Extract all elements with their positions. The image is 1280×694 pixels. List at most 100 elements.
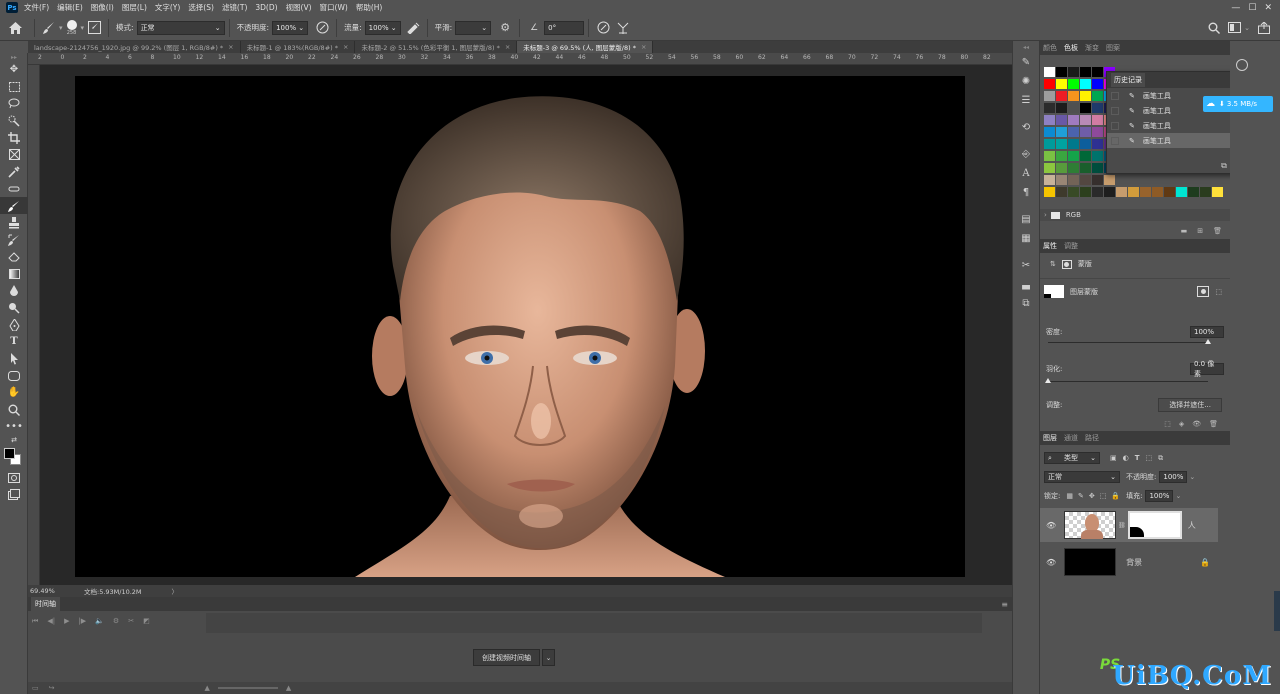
close-icon[interactable]: × [641, 43, 646, 51]
color-swatch[interactable] [1056, 187, 1067, 197]
load-selection-icon[interactable]: ⬚ [1164, 420, 1171, 428]
smoothing-input[interactable]: ⌄ [455, 20, 492, 35]
filter-pixel-icon[interactable]: ▣ [1110, 454, 1117, 462]
menu-file[interactable]: 文件(F) [24, 2, 49, 13]
tab-patterns[interactable]: 图案 [1106, 43, 1120, 53]
prev-frame-icon[interactable]: ◀| [47, 617, 55, 626]
tab-untitled-3[interactable]: 未标题-3 @ 69.5% (人, 图层蒙版/8) * × [517, 41, 654, 53]
airbrush-icon[interactable] [405, 20, 421, 36]
layer-filter-select[interactable]: ⌕ 类型 ⌄ [1044, 452, 1100, 464]
render-icon[interactable]: ▭ [32, 684, 39, 692]
color-swatch[interactable] [1044, 139, 1055, 149]
filter-type-icon[interactable]: T [1135, 454, 1140, 462]
color-swatch[interactable] [1092, 103, 1103, 113]
first-frame-icon[interactable]: ⏮ [32, 617, 38, 626]
color-swatch[interactable] [1056, 175, 1067, 185]
tab-adjustments[interactable]: 调整 [1064, 241, 1078, 251]
scrollbar[interactable] [1274, 591, 1280, 631]
marquee-tool-icon[interactable] [0, 78, 28, 95]
color-swatch[interactable] [1080, 139, 1091, 149]
toolbar-grip-icon[interactable]: ▸▸ [0, 53, 28, 61]
settings-icon[interactable]: ⚙ [113, 617, 119, 626]
lock-artboard-icon[interactable]: ⬚ [1100, 492, 1107, 500]
close-icon[interactable]: × [228, 43, 233, 51]
dropdown-caret-icon[interactable]: ▾ [81, 24, 85, 32]
chevron-down-icon[interactable]: ⌄ [1189, 473, 1195, 481]
adjustments-icon[interactable]: ✺ [1013, 72, 1039, 91]
convert-icon[interactable]: ↪ [49, 684, 55, 692]
frame-tool-icon[interactable] [0, 146, 28, 163]
color-swatch[interactable] [1044, 151, 1055, 161]
close-icon[interactable]: × [343, 43, 348, 51]
color-swatch[interactable] [1044, 103, 1055, 113]
menu-type[interactable]: 文字(Y) [155, 2, 180, 13]
lasso-tool-icon[interactable] [0, 95, 28, 112]
transition-icon[interactable]: ◩ [143, 617, 150, 626]
pressure-size-icon[interactable] [595, 20, 611, 36]
color-swatch[interactable] [1044, 115, 1055, 125]
trash-icon[interactable]: 🗑 [1209, 420, 1218, 428]
pen-tool-icon[interactable] [0, 316, 28, 333]
workspace-icon[interactable] [1226, 20, 1242, 36]
path-select-tool-icon[interactable] [0, 350, 28, 367]
mask-thumbnail[interactable] [1044, 285, 1064, 298]
color-swatch[interactable] [1068, 139, 1079, 149]
status-menu-icon[interactable]: 〉 [172, 586, 179, 596]
angle-input[interactable]: 0° [544, 20, 585, 35]
tab-untitled-2[interactable]: 未标题-2 @ 51.5% (色彩平衡 1, 图层蒙版/8) * × [355, 41, 518, 53]
color-swatch[interactable] [1104, 187, 1115, 197]
tab-properties[interactable]: 属性 [1043, 241, 1057, 251]
brush-settings-icon[interactable] [86, 20, 102, 36]
screen-mode-icon[interactable] [0, 486, 28, 503]
menu-3d[interactable]: 3D(D) [255, 3, 277, 12]
color-swatch[interactable] [1092, 79, 1103, 89]
document-canvas[interactable] [75, 76, 965, 577]
color-swatch[interactable] [1044, 67, 1055, 77]
color-swatch[interactable] [1092, 163, 1103, 173]
color-swatch[interactable] [1056, 139, 1067, 149]
feather-input[interactable]: 0.0 像素 [1190, 360, 1224, 378]
color-swatch[interactable] [1056, 91, 1067, 101]
tab-paths[interactable]: 路径 [1085, 433, 1099, 443]
hand-tool-icon[interactable]: ✋ [0, 384, 28, 401]
pressure-opacity-icon[interactable] [314, 20, 330, 36]
search-icon[interactable] [1236, 59, 1248, 71]
menu-image[interactable]: 图像(I) [91, 2, 114, 13]
color-swatch[interactable] [1080, 175, 1091, 185]
swatch-group-rgb[interactable]: › RGB [1040, 209, 1230, 221]
color-swatch[interactable] [1056, 79, 1067, 89]
feather-slider[interactable] [1048, 381, 1208, 382]
eyedropper-tool-icon[interactable] [0, 163, 28, 180]
menu-filter[interactable]: 滤镜(T) [222, 2, 247, 13]
color-swatch[interactable] [1080, 91, 1091, 101]
density-input[interactable]: 100% [1190, 326, 1224, 338]
clone-stamp-tool-icon[interactable] [0, 214, 28, 231]
color-swatch[interactable] [1044, 127, 1055, 137]
color-swatch[interactable] [1056, 67, 1067, 77]
lock-transparent-icon[interactable]: ▦ [1066, 492, 1073, 500]
color-swatch[interactable] [1092, 115, 1103, 125]
color-swatch[interactable] [1068, 67, 1079, 77]
history-checkbox[interactable] [1111, 91, 1119, 100]
color-swatch[interactable] [1068, 175, 1079, 185]
color-swatch[interactable] [1056, 163, 1067, 173]
fill-input[interactable]: 100% [1145, 490, 1174, 502]
brush-size-picker[interactable]: 258 [66, 19, 77, 36]
clone-source-icon[interactable]: ⎆ [1013, 145, 1039, 164]
color-swatch[interactable] [1092, 127, 1103, 137]
menu-view[interactable]: 视图(V) [286, 2, 312, 13]
color-swatch[interactable] [1056, 151, 1067, 161]
color-swatch[interactable] [1188, 187, 1199, 197]
history-panel-icon[interactable]: ⟲ [1013, 118, 1039, 137]
character-icon[interactable]: A [1013, 164, 1039, 183]
tab-color[interactable]: 颜色 [1043, 43, 1057, 53]
feather-slider-handle[interactable] [1045, 378, 1051, 383]
lock-position-icon[interactable]: ✥ [1089, 492, 1095, 500]
sliders-icon[interactable]: ☰ [1013, 91, 1039, 110]
blur-tool-icon[interactable] [0, 282, 28, 299]
notes-icon[interactable]: ▦ [1013, 229, 1039, 248]
lock-all-icon[interactable]: 🔒 [1111, 492, 1120, 500]
visibility-eye-icon[interactable]: 👁 [1192, 420, 1201, 428]
color-swatch[interactable] [1104, 175, 1115, 185]
panel-menu-icon[interactable]: ≡ [1001, 600, 1008, 609]
